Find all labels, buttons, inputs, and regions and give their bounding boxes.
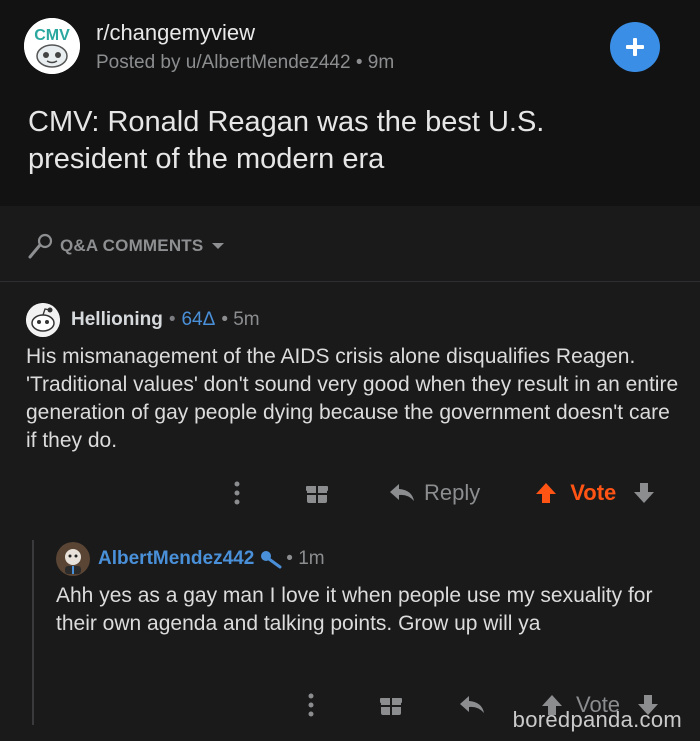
post-title[interactable]: CMV: Ronald Reagan was the best U.S. pre… — [28, 104, 648, 178]
sort-label: Q&A COMMENTS — [60, 236, 204, 255]
comment-time: • 5m — [221, 309, 260, 330]
comment-meta: Hellioning • 64Δ • 5m — [71, 309, 260, 331]
delta-count: 64Δ — [181, 309, 216, 330]
avatar[interactable] — [26, 303, 60, 337]
comment-actions: Reply Vote — [228, 478, 656, 508]
comment-sort-selector[interactable]: Q&A COMMENTS — [26, 232, 225, 260]
more-options-icon[interactable] — [302, 690, 320, 720]
upvote-arrow-icon[interactable] — [534, 481, 558, 505]
subreddit-avatar[interactable]: CMV — [24, 18, 80, 74]
subreddit-name[interactable]: r/changemyview — [96, 20, 255, 46]
meta-separator: • — [168, 309, 176, 330]
microphone-icon — [28, 233, 53, 259]
join-plus-button[interactable] — [610, 22, 660, 72]
comment-meta: AlbertMendez442 • 1m — [98, 548, 325, 570]
thread-indent-line[interactable] — [32, 540, 34, 725]
posted-by-line: Posted by u/AlbertMendez442 • 9m — [96, 52, 395, 73]
watermark: boredpanda.com — [512, 707, 682, 732]
downvote-arrow-icon[interactable] — [632, 481, 656, 505]
cmv-logo-icon: CMV — [24, 18, 80, 74]
comment-time: • 1m — [286, 548, 325, 569]
avatar[interactable] — [56, 542, 90, 576]
plus-icon — [626, 38, 644, 56]
reply-label: Reply — [424, 480, 481, 505]
comment-body: Ahh yes as a gay man I love it when peop… — [56, 584, 653, 635]
reply-button[interactable]: Reply — [388, 480, 480, 506]
vote-control: Vote — [534, 480, 656, 506]
svg-text:CMV: CMV — [34, 27, 70, 44]
award-gift-icon[interactable] — [304, 480, 330, 506]
award-gift-icon[interactable] — [378, 692, 404, 718]
microphone-flair-icon — [261, 551, 282, 569]
post-header: CMV r/changemyview Posted by u/AlbertMen… — [0, 0, 700, 206]
comment-body: His mismanagement of the AIDS crisis alo… — [26, 345, 679, 452]
comment-author[interactable]: Hellioning — [71, 309, 163, 331]
user-avatar-icon — [56, 542, 90, 576]
reply-arrow-icon — [390, 484, 414, 501]
vote-label: Vote — [570, 480, 617, 505]
more-options-icon[interactable] — [228, 478, 246, 508]
section-divider — [0, 281, 700, 282]
comment-author[interactable]: AlbertMendez442 — [98, 548, 254, 570]
snoo-avatar-icon — [26, 303, 60, 337]
reply-arrow-icon[interactable] — [458, 694, 486, 716]
chevron-down-icon — [212, 243, 225, 249]
